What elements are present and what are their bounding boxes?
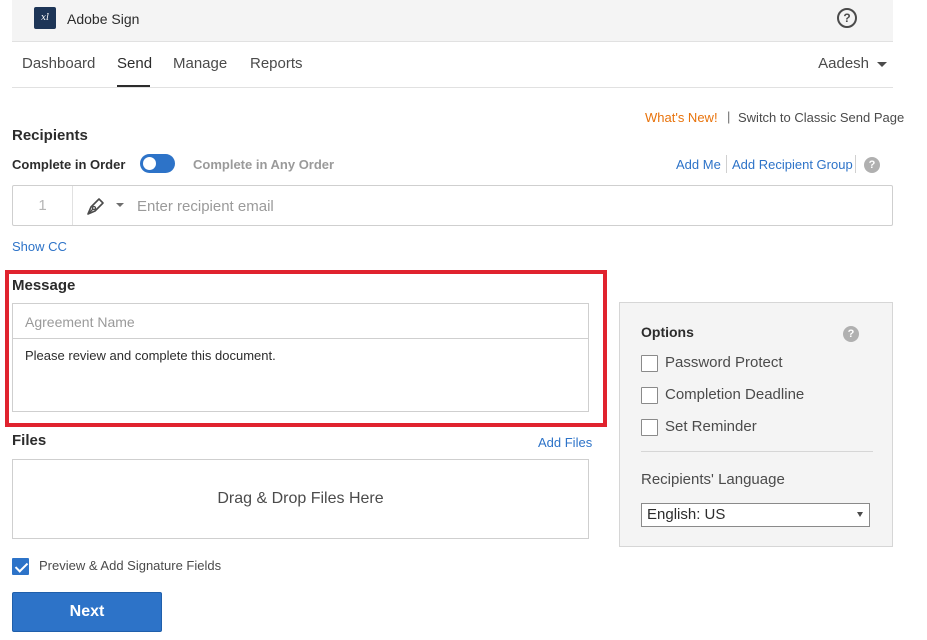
add-files-link[interactable]: Add Files xyxy=(538,435,592,450)
help-icon[interactable]: ? xyxy=(837,8,857,28)
signer-pen-icon[interactable] xyxy=(85,195,107,217)
app-title: Adobe Sign xyxy=(67,11,140,27)
message-heading: Message xyxy=(12,277,76,294)
agreement-name-input[interactable] xyxy=(12,303,589,339)
options-help-icon[interactable]: ? xyxy=(843,326,859,342)
whats-new-link[interactable]: What's New! xyxy=(645,110,718,125)
order-toggle[interactable] xyxy=(140,154,175,173)
link-separator: | xyxy=(727,109,731,124)
add-recipient-group-link[interactable]: Add Recipient Group xyxy=(732,157,853,172)
language-value: English: US xyxy=(647,506,726,523)
active-tab-indicator xyxy=(117,85,150,87)
nav-dashboard[interactable]: Dashboard xyxy=(22,55,95,72)
chevron-down-icon xyxy=(877,61,887,67)
completion-deadline-checkbox[interactable] xyxy=(641,387,658,404)
adobe-sign-logo-icon: xl xyxy=(34,7,56,29)
recipients-language-label: Recipients' Language xyxy=(641,471,785,488)
options-panel: Options ? Password Protect Completion De… xyxy=(619,302,893,547)
select-arrow-icon xyxy=(857,512,863,517)
main-nav: Dashboard Send Manage Reports Aadesh xyxy=(12,43,893,88)
switch-classic-link[interactable]: Switch to Classic Send Page xyxy=(738,110,904,125)
nav-reports[interactable]: Reports xyxy=(250,55,303,72)
files-heading: Files xyxy=(12,432,47,449)
toggle-knob xyxy=(143,157,156,170)
link-divider xyxy=(855,155,856,173)
link-divider xyxy=(726,155,727,173)
complete-any-order-label: Complete in Any Order xyxy=(193,157,335,172)
recipient-row: 1 xyxy=(12,185,893,226)
options-heading: Options xyxy=(641,324,694,340)
options-divider xyxy=(641,451,873,452)
preview-label: Preview & Add Signature Fields xyxy=(39,558,222,573)
user-name: Aadesh xyxy=(818,55,869,72)
nav-manage[interactable]: Manage xyxy=(173,55,227,72)
role-dropdown-chevron-icon[interactable] xyxy=(116,203,124,207)
recipient-email-input[interactable] xyxy=(137,192,877,220)
set-reminder-checkbox[interactable] xyxy=(641,419,658,436)
nav-send[interactable]: Send xyxy=(117,55,152,72)
set-reminder-label: Set Reminder xyxy=(665,418,757,435)
app-header: xl Adobe Sign ? xyxy=(12,0,893,42)
next-button[interactable]: Next xyxy=(12,592,162,632)
recipients-help-icon[interactable]: ? xyxy=(864,157,880,173)
recipient-order-number: 1 xyxy=(13,186,73,225)
language-select[interactable]: English: US xyxy=(641,503,870,527)
add-me-link[interactable]: Add Me xyxy=(676,157,721,172)
preview-checkbox[interactable] xyxy=(12,558,29,575)
file-dropzone[interactable]: Drag & Drop Files Here xyxy=(12,459,589,539)
message-textarea[interactable]: Please review and complete this document… xyxy=(12,338,589,412)
completion-deadline-label: Completion Deadline xyxy=(665,386,805,403)
recipients-heading: Recipients xyxy=(12,127,88,144)
show-cc-link[interactable]: Show CC xyxy=(12,239,67,254)
password-protect-label: Password Protect xyxy=(665,354,783,371)
password-protect-checkbox[interactable] xyxy=(641,355,658,372)
complete-in-order-label: Complete in Order xyxy=(12,157,126,172)
user-menu[interactable]: Aadesh xyxy=(818,55,887,72)
